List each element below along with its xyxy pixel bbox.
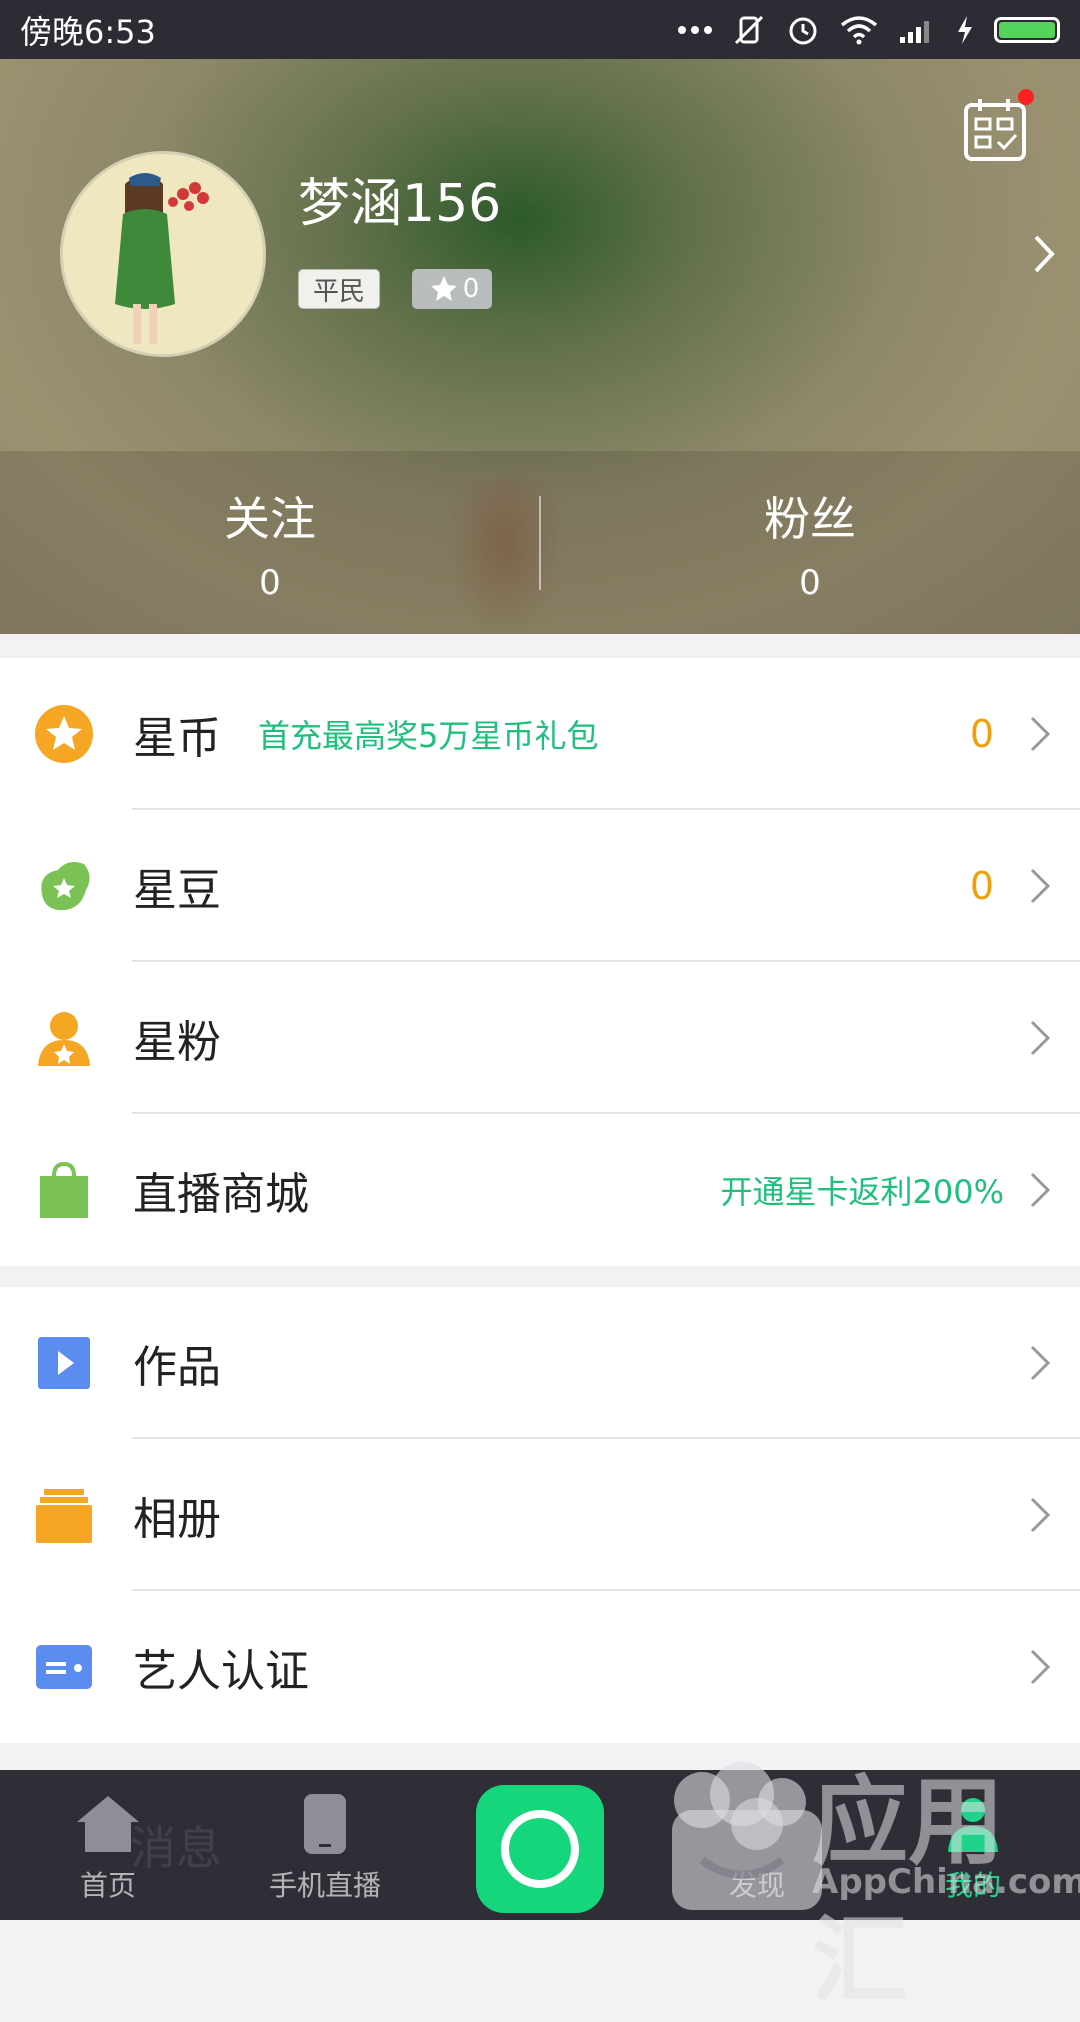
username: 梦涵156 (298, 174, 502, 234)
chevron-right-icon (1030, 868, 1051, 904)
menu-count: 0 (969, 864, 994, 908)
star-coin-icon (35, 705, 93, 763)
wifi-icon (840, 15, 878, 44)
menu-label: 艺人认证 (133, 1646, 309, 1697)
menu-promo[interactable]: 开通星卡返利200% (721, 1167, 1005, 1213)
alarm-icon (789, 17, 817, 44)
star-icon (430, 276, 457, 301)
tab-label: 发现 (728, 1869, 785, 1902)
chevron-right-icon (1030, 1649, 1051, 1685)
watermark-subtitle: AppChina.com (812, 1862, 1080, 1902)
shopping-bag-icon (40, 1161, 88, 1218)
chevron-right-icon[interactable] (1024, 229, 1064, 279)
stat-fans[interactable]: 粉丝 0 (540, 451, 1080, 634)
menu-item-star-fans[interactable]: 星粉 (0, 962, 1080, 1114)
menu-promo[interactable]: 首充最高奖5万星币礼包 (258, 711, 598, 757)
stat-label: 关注 (224, 491, 316, 546)
menu-item-star-bean[interactable]: 星豆 0 (0, 810, 1080, 962)
menu-label: 相册 (133, 1494, 221, 1545)
start-live-button[interactable] (476, 1785, 604, 1913)
menu-item-album[interactable]: 相册 (0, 1439, 1080, 1591)
tab-label: 手机直播 (268, 1869, 381, 1902)
tab-mobile-live[interactable]: 手机直播 (240, 1770, 410, 1920)
play-icon (38, 1337, 90, 1389)
camera-ring-icon (501, 1810, 579, 1888)
phone-icon (304, 1794, 346, 1854)
stat-following[interactable]: 关注 0 (0, 451, 540, 634)
chevron-right-icon (1030, 1497, 1051, 1533)
menu-label: 作品 (133, 1342, 221, 1393)
star-level-badge: 0 (412, 269, 492, 309)
avatar-illustration (63, 154, 263, 354)
charging-icon (958, 15, 972, 44)
more-dots-icon (678, 25, 712, 34)
profile-header[interactable]: 梦涵156 平民 0 关注 0 粉丝 0 (0, 59, 1080, 634)
discover-icon (731, 1798, 783, 1850)
menu-group-wallet: 星币 首充最高奖5万星币礼包 0 星豆 0 星粉 直播商城 开通星卡返利200% (0, 658, 1080, 1266)
stats-divider (539, 496, 541, 590)
menu-group-content: 作品 相册 艺人认证 (0, 1287, 1080, 1743)
status-time: 傍晚6:53 (20, 12, 156, 51)
notification-dot (1018, 89, 1034, 105)
calendar-check-icon[interactable] (962, 95, 1030, 163)
chevron-right-icon (1030, 716, 1051, 752)
menu-item-works[interactable]: 作品 (0, 1287, 1080, 1439)
battery-icon (994, 16, 1060, 43)
signal-icon (900, 20, 929, 43)
menu-label: 星粉 (133, 1017, 221, 1068)
chevron-right-icon (1030, 1020, 1051, 1056)
status-bar: 傍晚6:53 (0, 0, 1080, 59)
star-fan-icon (38, 1012, 90, 1066)
vibrate-off-icon (734, 15, 764, 44)
stat-value: 0 (259, 562, 281, 603)
star-bean-icon (41, 862, 90, 911)
follow-stats: 关注 0 粉丝 0 (0, 451, 1080, 634)
chevron-right-icon (1030, 1345, 1051, 1381)
avatar[interactable] (60, 151, 266, 357)
menu-item-live-mall[interactable]: 直播商城 开通星卡返利200% (0, 1114, 1080, 1266)
album-icon (36, 1489, 92, 1543)
star-level-value: 0 (462, 274, 480, 304)
menu-label: 星豆 (133, 865, 221, 916)
rank-badge: 平民 (298, 269, 380, 309)
id-card-icon (36, 1645, 92, 1689)
menu-label: 星币 (133, 713, 221, 764)
stat-label: 粉丝 (764, 491, 856, 546)
menu-label: 直播商城 (133, 1169, 309, 1220)
status-icons (678, 13, 1060, 47)
faded-message-label: 消息 (130, 1821, 222, 1875)
chevron-right-icon (1030, 1172, 1051, 1208)
menu-count: 0 (969, 712, 994, 756)
tab-label: 首页 (79, 1869, 136, 1902)
stat-value: 0 (799, 562, 821, 603)
menu-item-star-coin[interactable]: 星币 首充最高奖5万星币礼包 0 (0, 658, 1080, 810)
menu-item-artist-verification[interactable]: 艺人认证 (0, 1591, 1080, 1743)
